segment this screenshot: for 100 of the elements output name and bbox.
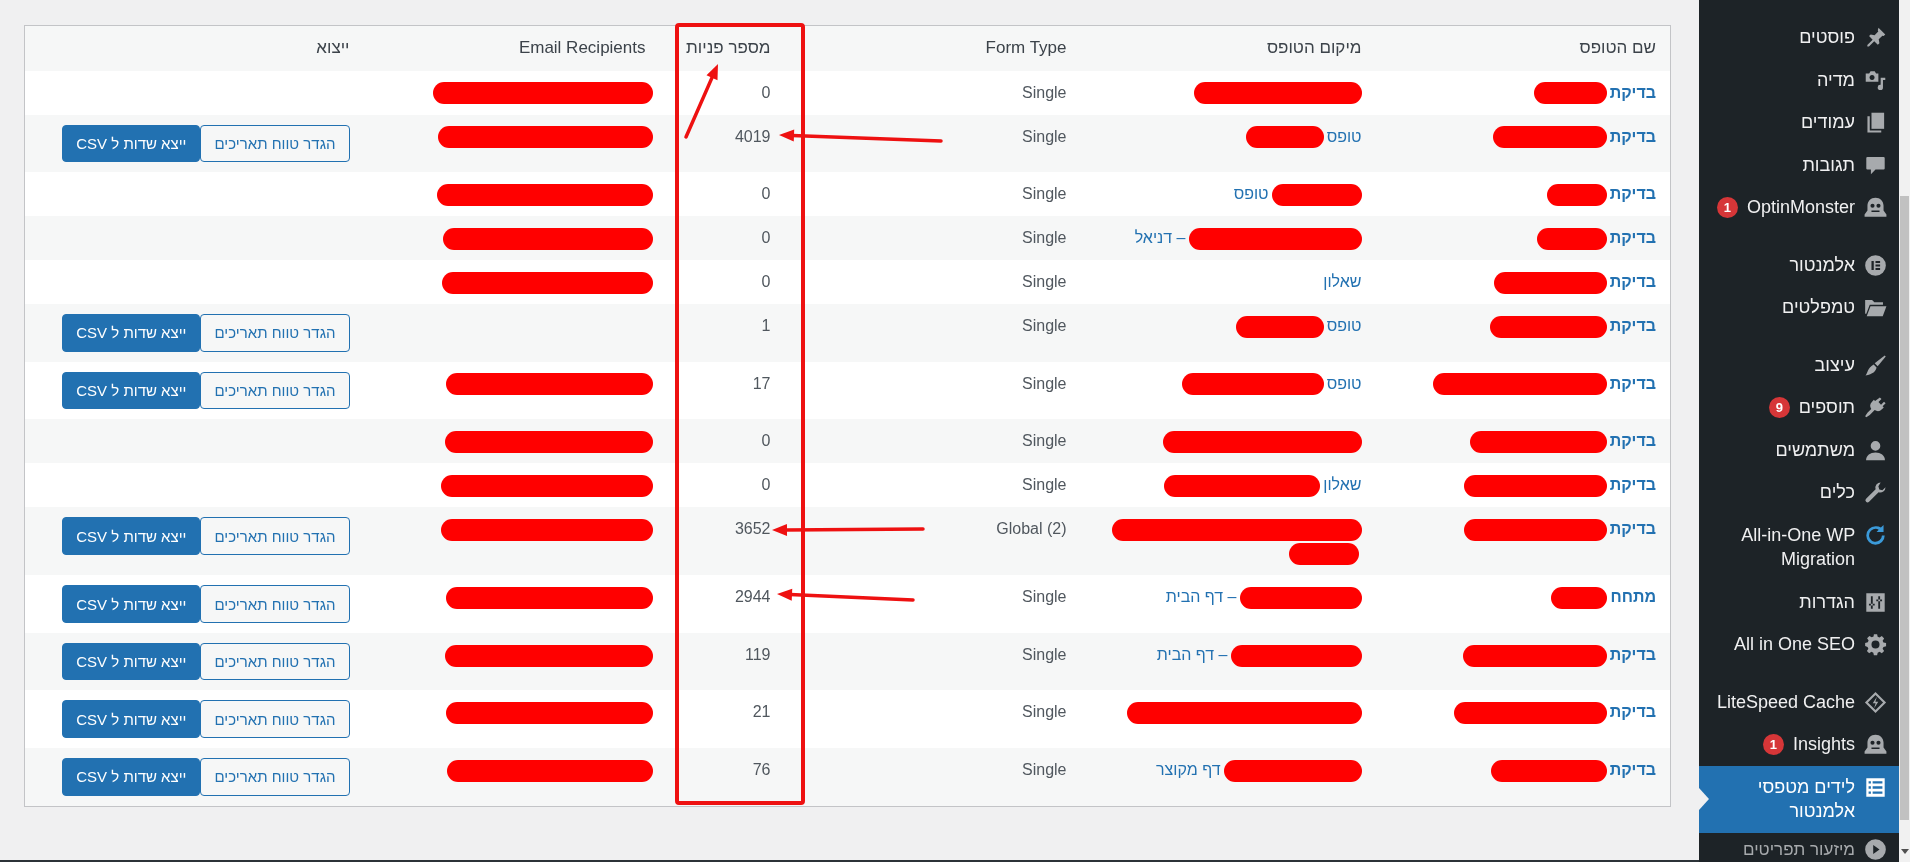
- submission-count: 0: [761, 476, 771, 494]
- form-type-label: Single: [1022, 588, 1067, 606]
- gear-icon: [1864, 633, 1887, 656]
- form-name-link[interactable]: בדיקת: [1609, 703, 1656, 721]
- sidebar-item[interactable]: עמודים: [1699, 101, 1899, 144]
- pushpin-icon: [1864, 26, 1887, 49]
- column-header: Email Recipients: [518, 38, 646, 57]
- pages-icon: [1864, 111, 1887, 134]
- export-csv-button[interactable]: ייצא שדות ל CSV: [62, 585, 201, 623]
- form-location-link[interactable]: טופס: [1326, 317, 1362, 335]
- form-location-link[interactable]: דף מקוצר: [1156, 761, 1221, 779]
- sidebar-item[interactable]: לידים מטפסי אלמנטור: [1699, 765, 1899, 833]
- sidebar-item[interactable]: All-in-One WP Migration: [1699, 513, 1899, 581]
- form-name-link[interactable]: בדיקת: [1609, 83, 1656, 101]
- form-type-label: Single: [1022, 432, 1067, 450]
- form-type-label: Single: [1022, 317, 1067, 335]
- submission-count: 0: [761, 432, 771, 450]
- submission-count: 0: [761, 273, 771, 291]
- column-header: Form Type: [985, 38, 1067, 57]
- submission-count: 3652: [734, 520, 771, 538]
- date-range-button[interactable]: הגדר טווח תאריכים: [200, 371, 350, 410]
- form-location-link[interactable]: שאלון: [1323, 476, 1362, 494]
- form-location-link[interactable]: טופס: [1326, 127, 1362, 145]
- form-location-link[interactable]: – דף הבית: [1156, 645, 1228, 663]
- form-name-link[interactable]: בדיקת: [1609, 476, 1656, 494]
- sidebar-item[interactable]: הגדרות: [1699, 580, 1899, 623]
- export-csv-button[interactable]: ייצא שדות ל CSV: [62, 642, 201, 681]
- submission-count: 0: [761, 185, 771, 203]
- form-name-link[interactable]: מתחח: [1610, 588, 1656, 606]
- date-range-button[interactable]: הגדר טווח תאריכים: [200, 758, 350, 796]
- form-location-link[interactable]: שאלון: [1323, 273, 1362, 291]
- sliders-icon: [1864, 590, 1887, 614]
- form-location-link[interactable]: טופס: [1233, 185, 1269, 203]
- date-range-button[interactable]: הגדר טווח תאריכים: [200, 517, 350, 555]
- column-header: מיקום הטופס: [1266, 38, 1362, 57]
- sidebar-item[interactable]: 1 Insights: [1699, 723, 1899, 766]
- submission-count: 0: [761, 83, 771, 101]
- sidebar-item[interactable]: אלמנטור: [1699, 243, 1899, 286]
- collapse-menu-link[interactable]: מיזעור תפריטים: [1699, 832, 1899, 862]
- form-type-label: Global (2): [996, 520, 1067, 538]
- export-csv-button[interactable]: ייצא שדות ל CSV: [62, 124, 201, 163]
- form-location-link[interactable]: – דף הבית: [1165, 588, 1237, 606]
- scroll-down-icon[interactable]: [1900, 849, 1909, 854]
- sidebar-item[interactable]: כלים: [1699, 471, 1899, 514]
- date-range-button[interactable]: הגדר טווח תאריכים: [200, 642, 350, 681]
- form-name-link[interactable]: בדיקת: [1609, 432, 1656, 450]
- date-range-button[interactable]: הגדר טווח תאריכים: [200, 700, 350, 739]
- form-type-label: Single: [1022, 185, 1067, 203]
- export-csv-button[interactable]: ייצא שדות ל CSV: [62, 314, 201, 352]
- form-location-link[interactable]: טופס: [1326, 374, 1362, 392]
- form-location-link[interactable]: – דניאל: [1134, 229, 1186, 247]
- form-name-link[interactable]: בדיקת: [1609, 273, 1656, 291]
- submission-count: 2944: [734, 588, 771, 606]
- column-header: מספר פניות: [686, 38, 771, 57]
- form-type-label: Single: [1022, 127, 1067, 145]
- date-range-button[interactable]: הגדר טווח תאריכים: [200, 124, 350, 163]
- circle-lines-icon: [1864, 253, 1887, 277]
- submission-count: 21: [752, 703, 771, 721]
- sidebar-item[interactable]: LiteSpeed Cache: [1699, 680, 1899, 723]
- scrollbar-thumb[interactable]: [1900, 196, 1909, 820]
- sidebar-item[interactable]: תגובות: [1699, 143, 1899, 186]
- form-name-link[interactable]: בדיקת: [1609, 761, 1656, 779]
- column-header: שם הטופס: [1579, 38, 1656, 57]
- date-range-button[interactable]: הגדר טווח תאריכים: [200, 585, 350, 623]
- form-name-link[interactable]: בדיקת: [1609, 317, 1656, 335]
- sidebar-item[interactable]: טמפלטים: [1699, 286, 1899, 329]
- submission-count: 76: [752, 761, 771, 779]
- monster-icon: [1864, 196, 1887, 219]
- column-header: ייצוא: [316, 38, 350, 57]
- circular-arrow-icon: [1864, 523, 1887, 547]
- active-pointer-icon: [1699, 788, 1709, 810]
- form-name-link[interactable]: בדיקת: [1609, 645, 1656, 663]
- sidebar-item[interactable]: משתמשים: [1699, 428, 1899, 471]
- form-type-label: Single: [1022, 476, 1067, 494]
- export-csv-button[interactable]: ייצא שדות ל CSV: [62, 517, 201, 555]
- sidebar-item[interactable]: 1 OptinMonster: [1699, 186, 1899, 229]
- form-name-link[interactable]: בדיקת: [1609, 127, 1656, 145]
- redaction-mark: [1536, 227, 1607, 250]
- export-csv-button[interactable]: ייצא שדות ל CSV: [62, 758, 201, 796]
- date-range-button[interactable]: הגדר טווח תאריכים: [200, 314, 350, 352]
- sidebar-item[interactable]: עיצוב: [1699, 343, 1899, 386]
- sidebar-item[interactable]: All in One SEO: [1699, 623, 1899, 666]
- submission-count: 17: [752, 374, 771, 392]
- export-csv-button[interactable]: ייצא שדות ל CSV: [62, 371, 201, 410]
- form-name-link[interactable]: בדיקת: [1609, 520, 1656, 538]
- wrench-icon: [1864, 481, 1887, 504]
- form-name-link[interactable]: בדיקת: [1609, 229, 1656, 247]
- form-name-link[interactable]: בדיקת: [1609, 185, 1656, 203]
- submission-count: 1: [761, 317, 771, 335]
- user-icon: [1864, 438, 1887, 462]
- form-type-label: Single: [1022, 374, 1067, 392]
- submission-count: 0: [761, 229, 771, 247]
- export-csv-button[interactable]: ייצא שדות ל CSV: [62, 700, 201, 739]
- submission-count: 4019: [734, 127, 771, 145]
- sidebar-item[interactable]: פוסטים: [1699, 16, 1899, 59]
- sidebar-item[interactable]: מדיה: [1699, 58, 1899, 101]
- form-name-link[interactable]: בדיקת: [1609, 374, 1656, 392]
- plug-icon: [1864, 396, 1887, 419]
- paintbrush-icon: [1864, 353, 1887, 377]
- camera-note-icon: [1864, 68, 1887, 92]
